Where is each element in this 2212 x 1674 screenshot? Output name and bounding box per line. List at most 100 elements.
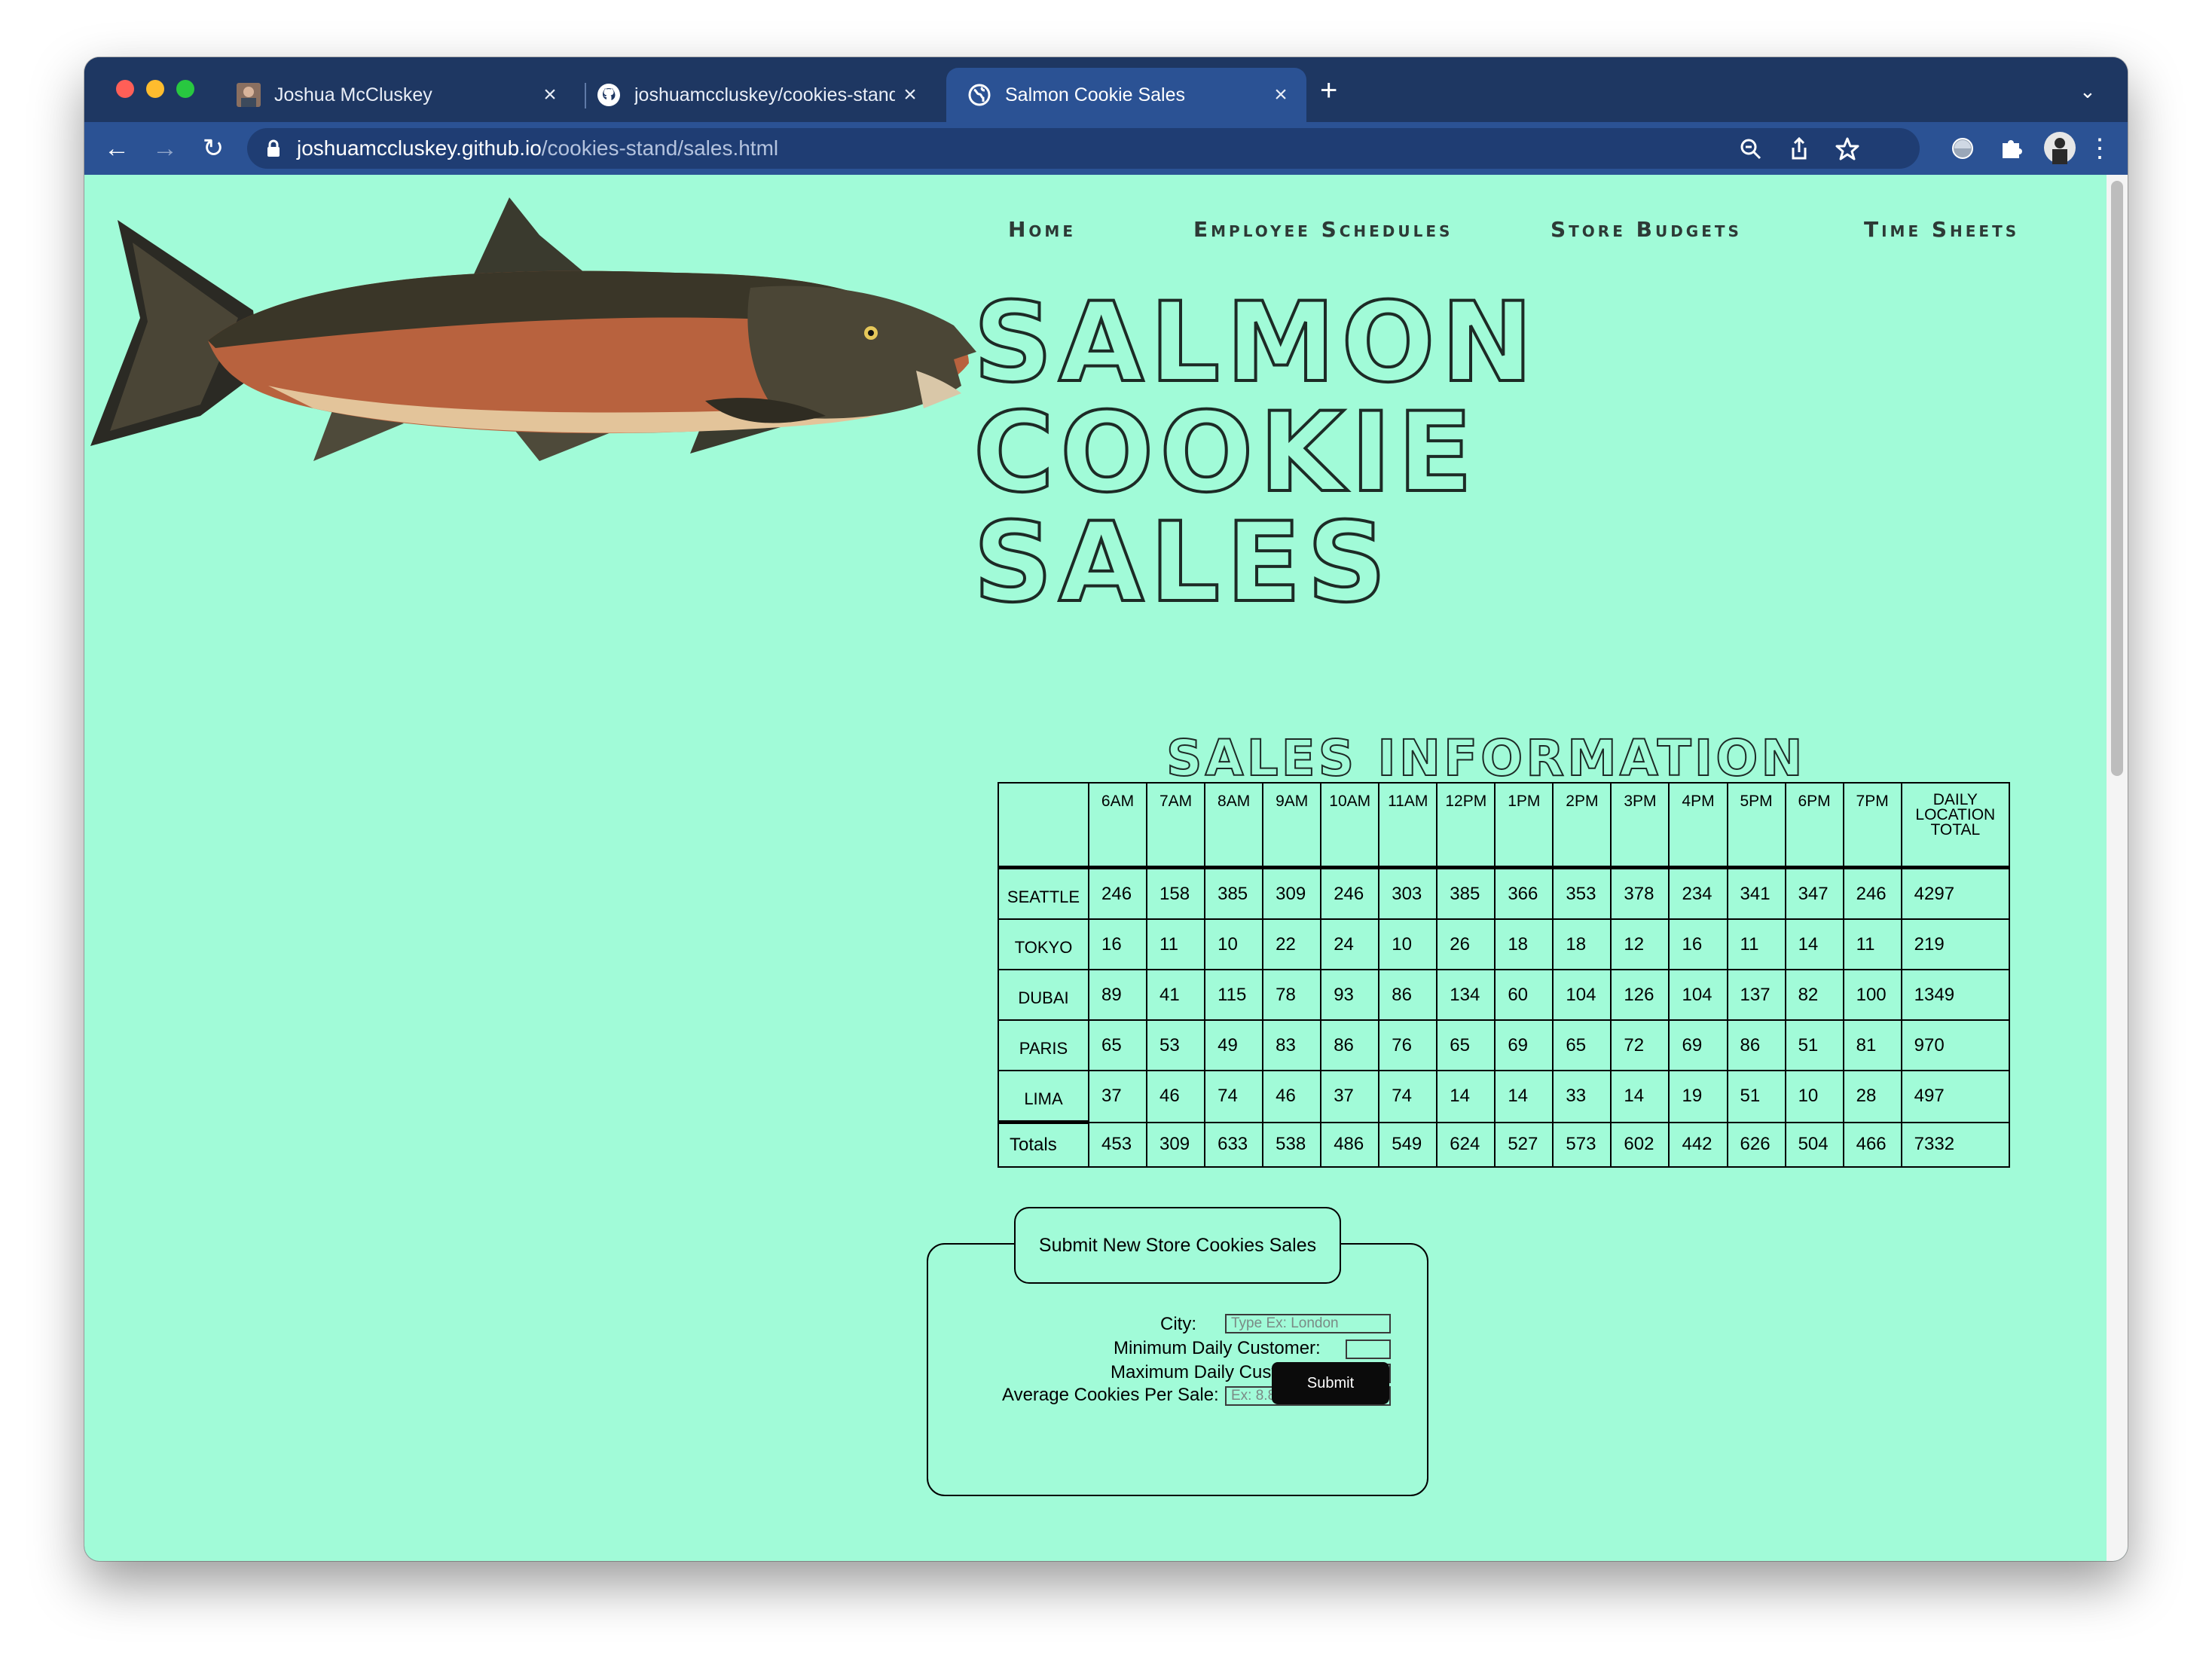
minimize-window-button[interactable] — [146, 80, 164, 98]
new-tab-button[interactable]: + — [1320, 75, 1337, 105]
tab-salmon-cookie-sales[interactable]: Salmon Cookie Sales × — [946, 68, 1306, 122]
city-cell: TOKYO — [998, 918, 1089, 970]
sales-cell: 14 — [1436, 1070, 1496, 1123]
scrollbar-thumb[interactable] — [2111, 181, 2123, 776]
hourly-total-cell: 466 — [1842, 1121, 1902, 1168]
hourly-total-cell: 486 — [1320, 1121, 1380, 1168]
sales-cell: 81 — [1842, 1019, 1902, 1071]
header-corner — [998, 782, 1089, 869]
sales-cell: 14 — [1610, 1070, 1670, 1123]
grand-total-cell: 7332 — [1900, 1121, 2011, 1168]
sales-cell: 46 — [1262, 1070, 1322, 1123]
sales-cell: 37 — [1320, 1070, 1380, 1123]
github-icon — [597, 84, 620, 106]
header-hour: 8AM — [1204, 782, 1264, 869]
location-total-cell: 497 — [1900, 1070, 2011, 1123]
tab-joshua-mccluskey[interactable]: Joshua McCluskey × — [215, 68, 576, 122]
table-row: LIMA 37 46 74 46 37 74 14 14 33 14 19 51 10 28 497 — [998, 1070, 2011, 1124]
hourly-total-cell: 626 — [1726, 1121, 1786, 1168]
city-cell: PARIS — [998, 1019, 1089, 1071]
sales-table-body: SEATTLE 246 158 385 309 246 303 385 366 353 378 234… — [998, 866, 2011, 1124]
tab-search-chevron-icon[interactable]: ⌄ — [2079, 80, 2096, 103]
hourly-total-cell: 633 — [1204, 1121, 1264, 1168]
tab-github-cookies-stand[interactable]: joshuamccluskey/cookies-stand × — [576, 68, 936, 122]
sales-cell: 126 — [1610, 969, 1670, 1021]
nav-employee-schedules[interactable]: Employee Schedules — [1193, 217, 1453, 242]
tab-title: joshuamccluskey/cookies-stand — [634, 84, 895, 105]
sales-cell: 341 — [1726, 866, 1786, 920]
sales-cell: 246 — [1320, 866, 1380, 920]
tab-close-icon[interactable]: × — [535, 82, 565, 108]
sales-cell: 234 — [1668, 866, 1728, 920]
submit-button[interactable]: Submit — [1272, 1362, 1389, 1404]
back-button[interactable]: ← — [98, 130, 136, 167]
sales-cell: 19 — [1668, 1070, 1728, 1123]
header-hour: 7AM — [1146, 782, 1206, 869]
sales-cell: 158 — [1146, 866, 1206, 920]
sales-cell: 86 — [1378, 969, 1438, 1021]
nav-store-budgets[interactable]: Store Budgets — [1551, 217, 1742, 242]
totals-row: Totals 453 309 633 538 486 549 624 527 573 602 442… — [998, 1121, 2011, 1168]
tab-close-icon[interactable]: × — [1266, 82, 1296, 108]
page-title-line-2: SALES — [972, 499, 1393, 627]
min-customer-input[interactable] — [1346, 1340, 1391, 1359]
header-hour: 3PM — [1610, 782, 1670, 869]
url-text[interactable]: joshuamccluskey.github.io/cookies-stand/… — [297, 136, 778, 160]
sales-cell: 134 — [1436, 969, 1496, 1021]
sales-cell: 347 — [1784, 866, 1844, 920]
tab-close-icon[interactable]: × — [895, 82, 925, 108]
sales-cell: 28 — [1842, 1070, 1902, 1123]
sales-cell: 10 — [1784, 1070, 1844, 1123]
salmon-image — [90, 197, 976, 461]
share-icon[interactable] — [1786, 136, 1813, 163]
tab-title: Salmon Cookie Sales — [1005, 84, 1186, 105]
sales-cell: 104 — [1552, 969, 1612, 1021]
table-row: TOKYO 16 11 10 22 24 10 26 18 18 12 16 11 14 11 219 — [998, 918, 2011, 970]
header-hour: 9AM — [1262, 782, 1322, 869]
sales-cell: 115 — [1204, 969, 1264, 1021]
min-customer-label: Minimum Daily Customer: — [1114, 1338, 1321, 1358]
sales-cell: 18 — [1494, 918, 1554, 970]
sales-cell: 69 — [1494, 1019, 1554, 1071]
sales-cell: 26 — [1436, 918, 1496, 970]
extensions-puzzle-icon[interactable] — [1997, 134, 2025, 163]
city-input[interactable]: Type Ex: London — [1225, 1314, 1391, 1333]
sales-cell: 22 — [1262, 918, 1322, 970]
sales-cell: 385 — [1436, 866, 1496, 920]
hourly-total-cell: 504 — [1784, 1121, 1844, 1168]
tab-strip: Joshua McCluskey × joshuamccluskey/cooki… — [84, 57, 2128, 122]
hourly-total-cell: 624 — [1436, 1121, 1496, 1168]
profile-avatar[interactable] — [2043, 131, 2076, 164]
extension-cookie-icon[interactable] — [1948, 134, 1977, 163]
sales-cell: 74 — [1378, 1070, 1438, 1123]
city-cell: DUBAI — [998, 969, 1089, 1021]
zoom-icon[interactable] — [1737, 136, 1764, 163]
sales-cell: 60 — [1494, 969, 1554, 1021]
reload-button[interactable]: ↻ — [194, 130, 232, 167]
profile-photo-icon — [237, 83, 261, 107]
header-hour: 6AM — [1087, 782, 1148, 869]
close-window-button[interactable] — [116, 80, 134, 98]
sales-cell: 86 — [1320, 1019, 1380, 1071]
maximize-window-button[interactable] — [176, 80, 194, 98]
bookmark-star-icon[interactable] — [1834, 136, 1861, 163]
hourly-total-cell: 538 — [1262, 1121, 1322, 1168]
nav-time-sheets[interactable]: Time Sheets — [1864, 217, 2019, 242]
scrollbar-track[interactable] — [2107, 175, 2128, 1561]
browser-menu-button[interactable]: ⋮ — [2081, 130, 2119, 167]
sales-cell: 366 — [1494, 866, 1554, 920]
browser-window: Joshua McCluskey × joshuamccluskey/cooki… — [84, 57, 2128, 1561]
sales-cell: 385 — [1204, 866, 1264, 920]
forward-button[interactable]: → — [146, 130, 184, 167]
hourly-total-cell: 442 — [1668, 1121, 1728, 1168]
sales-cell: 11 — [1726, 918, 1786, 970]
header-hour: 5PM — [1726, 782, 1786, 869]
nav-home[interactable]: Home — [1008, 217, 1076, 242]
header-hour: 12PM — [1436, 782, 1496, 869]
sales-cell: 16 — [1668, 918, 1728, 970]
sales-cell: 82 — [1784, 969, 1844, 1021]
sales-cell: 53 — [1146, 1019, 1206, 1071]
address-bar[interactable]: joshuamccluskey.github.io/cookies-stand/… — [247, 128, 1920, 169]
hourly-total-cell: 573 — [1552, 1121, 1612, 1168]
hourly-total-cell: 309 — [1146, 1121, 1206, 1168]
